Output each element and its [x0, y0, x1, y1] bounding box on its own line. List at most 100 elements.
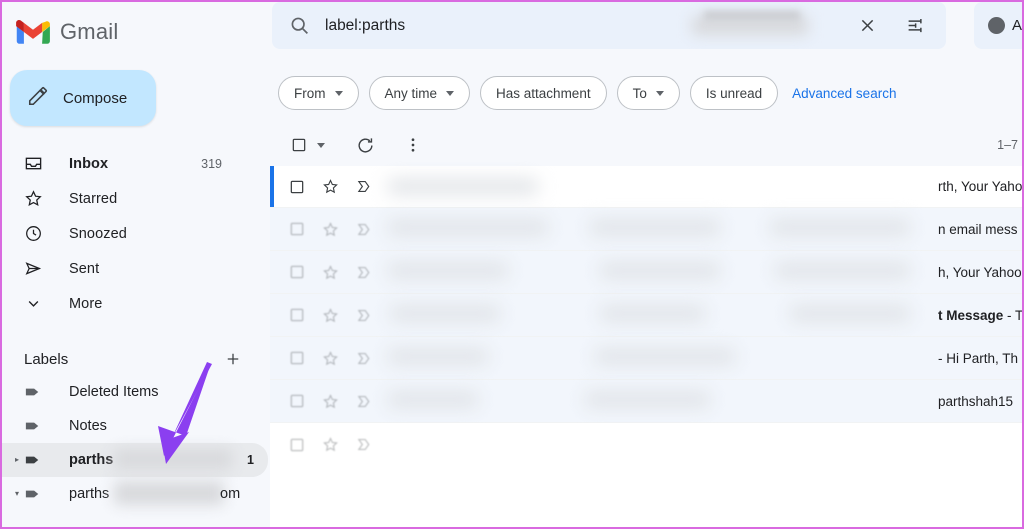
account-chip[interactable]: Ac: [974, 2, 1022, 49]
row-subject-text: h, Your Yahoo: [938, 264, 1022, 280]
inbox-icon: [24, 154, 46, 173]
row-important-icon[interactable]: [356, 393, 374, 410]
chevron-down-icon: [655, 90, 664, 96]
expand-caret-icon[interactable]: ▸: [10, 456, 24, 464]
sidebar-item-starred[interactable]: Starred: [2, 181, 268, 216]
filter-chip-row: From Any time Has attachment To Is unrea…: [278, 76, 896, 110]
row-star-icon[interactable]: [322, 221, 340, 238]
filter-chip-has-attachment[interactable]: Has attachment: [480, 76, 607, 110]
row-subject-text: n email mess: [938, 221, 1018, 237]
sidebar-item-sent[interactable]: Sent: [2, 251, 268, 286]
pencil-icon: [27, 85, 49, 112]
table-row[interactable]: [270, 423, 1022, 466]
chevron-down-icon: [446, 90, 455, 96]
redacted-label-text: [114, 449, 232, 469]
row-important-icon[interactable]: [356, 178, 374, 195]
row-snippet: - T: [1003, 307, 1024, 323]
collapse-caret-icon[interactable]: ▾: [10, 490, 24, 498]
row-checkbox[interactable]: [289, 437, 307, 453]
star-icon: [24, 189, 46, 208]
table-row[interactable]: parthshah15: [270, 380, 1022, 423]
row-subject-text: - Hi Parth, Th: [938, 350, 1019, 366]
more-vertical-icon[interactable]: [401, 133, 425, 157]
row-checkbox[interactable]: [289, 179, 307, 195]
row-star-icon[interactable]: [322, 436, 340, 453]
sidebar-item-inbox[interactable]: Inbox 319: [2, 146, 268, 181]
filter-chip-to[interactable]: To: [616, 76, 680, 110]
table-row[interactable]: h, Your Yahoo: [270, 251, 1022, 294]
table-row[interactable]: t Message - T: [270, 294, 1022, 337]
sidebar-label: Snoozed: [69, 225, 127, 242]
redacted-sender: [388, 220, 548, 235]
filter-chip-any-time[interactable]: Any time: [368, 76, 471, 110]
gmail-brand: Gmail: [2, 2, 268, 52]
send-icon: [24, 259, 46, 278]
row-star-icon[interactable]: [322, 307, 340, 324]
select-all-checkbox[interactable]: [288, 134, 310, 156]
row-star-icon[interactable]: [322, 350, 340, 367]
chevron-down-icon[interactable]: [317, 142, 325, 148]
row-important-icon[interactable]: [356, 307, 374, 324]
table-row[interactable]: rth, Your Yaho: [270, 166, 1022, 208]
sidebar-label: More: [69, 295, 103, 312]
close-icon[interactable]: [852, 10, 882, 40]
sidebar: Gmail Compose Inbox 319 Starred Snoozed …: [2, 2, 268, 527]
pagination-range: 1–7: [997, 138, 1018, 152]
row-star-icon[interactable]: [322, 178, 340, 195]
label-name: Deleted Items: [69, 384, 159, 400]
clock-icon: [24, 224, 46, 243]
redacted-subject: [595, 349, 735, 364]
labels-list: Deleted Items Notes ▸ parths 1 ▾ parths …: [2, 375, 268, 511]
list-toolbar: 1–7: [278, 128, 1022, 162]
row-star-icon[interactable]: [322, 393, 340, 410]
filter-chip-from[interactable]: From: [278, 76, 359, 110]
advanced-search-link[interactable]: Advanced search: [792, 86, 896, 101]
chip-label: Has attachment: [496, 85, 591, 101]
sidebar-label: Sent: [69, 260, 100, 277]
sidebar-item-snoozed[interactable]: Snoozed: [2, 216, 268, 251]
row-checkbox[interactable]: [289, 264, 307, 280]
sidebar-label: Starred: [69, 190, 118, 207]
label-item-deleted-items[interactable]: Deleted Items: [2, 375, 268, 409]
labels-header-row: Labels: [2, 343, 268, 375]
label-name-suffix: om: [220, 486, 241, 502]
redacted-label-text: [114, 481, 224, 505]
sidebar-item-more[interactable]: More: [2, 286, 268, 321]
redacted-sender: [388, 263, 508, 278]
row-checkbox[interactable]: [289, 221, 307, 237]
search-area: label:parths Ac: [268, 2, 1022, 52]
list-empty-area: [270, 467, 1022, 527]
row-subject-text: t Message - T: [938, 307, 1024, 323]
redacted-subject: [600, 306, 705, 321]
row-subject-text: parthshah15: [938, 393, 1014, 409]
row-star-icon[interactable]: [322, 264, 340, 281]
chip-label: To: [632, 85, 647, 101]
row-important-icon[interactable]: [356, 264, 374, 281]
plus-icon[interactable]: [222, 348, 244, 370]
chip-label: From: [294, 85, 326, 101]
search-icon[interactable]: [286, 13, 312, 39]
row-important-icon[interactable]: [356, 221, 374, 238]
labels-title: Labels: [24, 350, 69, 368]
redacted-sender: [388, 179, 538, 194]
tune-filter-icon[interactable]: [901, 10, 931, 40]
table-row[interactable]: - Hi Parth, Th: [270, 337, 1022, 380]
filter-chip-is-unread[interactable]: Is unread: [689, 76, 779, 110]
redacted-sender: [390, 306, 500, 321]
redacted-snippet: [770, 220, 910, 235]
label-item-parths-second[interactable]: ▾ parths om: [2, 477, 268, 511]
compose-button[interactable]: Compose: [10, 70, 156, 126]
row-checkbox[interactable]: [289, 350, 307, 366]
row-checkbox[interactable]: [289, 393, 307, 409]
label-item-notes[interactable]: Notes: [2, 409, 268, 443]
redacted-subject: [600, 263, 720, 278]
row-checkbox[interactable]: [289, 307, 307, 323]
search-bar[interactable]: label:parths: [272, 2, 946, 49]
row-important-icon[interactable]: [356, 436, 374, 453]
compose-label: Compose: [63, 89, 128, 107]
label-item-parths-selected[interactable]: ▸ parths 1: [2, 443, 268, 477]
refresh-icon[interactable]: [353, 133, 377, 157]
row-important-icon[interactable]: [356, 350, 374, 367]
table-row[interactable]: n email mess: [270, 208, 1022, 251]
gmail-logo-icon: [16, 19, 50, 45]
